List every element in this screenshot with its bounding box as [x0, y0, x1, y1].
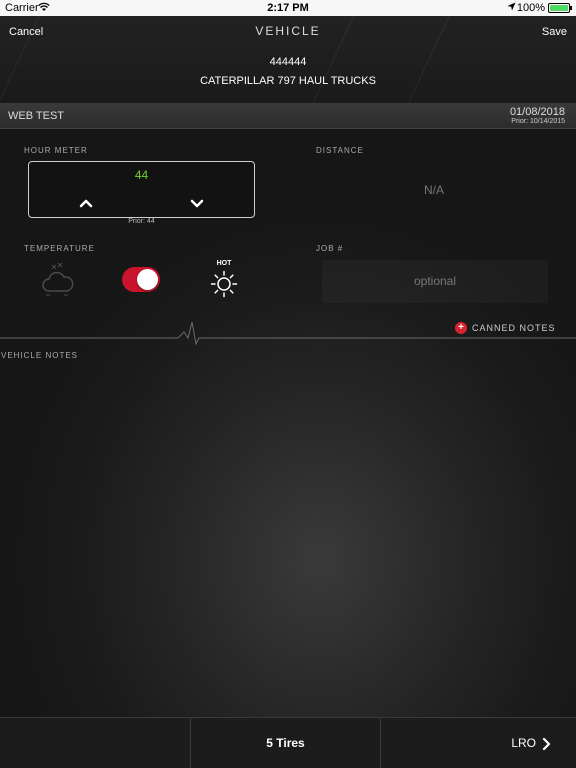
site-name: WEB TEST — [8, 110, 65, 122]
canned-notes-button[interactable]: CANNED NOTES — [472, 323, 556, 333]
vehicle-screen: Carrier 2:17 PM 100% Cancel VEHICLE Save… — [0, 0, 576, 768]
battery-percent: 100% — [516, 2, 545, 14]
plus-circle-icon[interactable]: + — [455, 322, 467, 334]
vehicle-model: CATERPILLAR 797 HAUL TRUCKS — [200, 75, 376, 87]
inspection-date: 01/08/2018 — [509, 106, 565, 118]
job-number-field[interactable]: optional — [322, 260, 548, 303]
bottom-previous-slot — [0, 718, 191, 768]
vehicle-notes-label: VEHICLE NOTES — [1, 351, 79, 360]
hot-label: HOT — [216, 260, 232, 267]
distance-label: DISTANCE — [316, 146, 364, 155]
temperature-toggle[interactable] — [122, 267, 160, 292]
site-bar: WEB TEST 01/08/2018 Prior: 10/14/2015 — [0, 103, 576, 129]
hour-meter-label: HOUR METER — [24, 146, 88, 155]
sun-icon[interactable] — [210, 270, 238, 298]
toggle-knob — [137, 269, 158, 290]
vehicle-id: 444444 — [269, 56, 307, 68]
location-arrow-icon — [507, 2, 516, 14]
job-label: JOB # — [316, 244, 344, 253]
distance-value: N/A — [423, 183, 444, 197]
clock-time: 2:17 PM — [267, 2, 309, 14]
tires-button[interactable]: 5 Tires — [191, 718, 381, 768]
job-number-placeholder: optional — [413, 274, 457, 288]
lro-next-button[interactable]: LRO — [381, 718, 576, 768]
hour-meter-stepper[interactable]: 44 — [28, 161, 255, 218]
chevron-down-icon[interactable] — [190, 196, 204, 210]
lro-label: LRO — [511, 736, 536, 750]
hour-meter-prior: Prior: 44 — [128, 218, 155, 225]
status-bar: Carrier 2:17 PM 100% — [0, 0, 576, 16]
save-button[interactable]: Save — [542, 26, 567, 38]
battery-icon — [548, 3, 572, 13]
header: Cancel VEHICLE Save 444444 CATERPILLAR 7… — [0, 1, 576, 121]
bottom-toolbar: 5 Tires LRO — [0, 717, 576, 768]
hour-meter-value[interactable]: 44 — [29, 168, 254, 182]
tires-label: 5 Tires — [266, 736, 305, 750]
page-title: VEHICLE — [255, 24, 321, 38]
prior-date: Prior: 10/14/2015 — [511, 118, 565, 125]
chevron-right-icon — [542, 737, 552, 751]
vehicle-notes-textarea[interactable] — [0, 364, 576, 716]
chevron-up-icon[interactable] — [79, 196, 93, 210]
snow-cloud-icon[interactable] — [40, 261, 74, 299]
temperature-label: TEMPERATURE — [24, 244, 95, 253]
